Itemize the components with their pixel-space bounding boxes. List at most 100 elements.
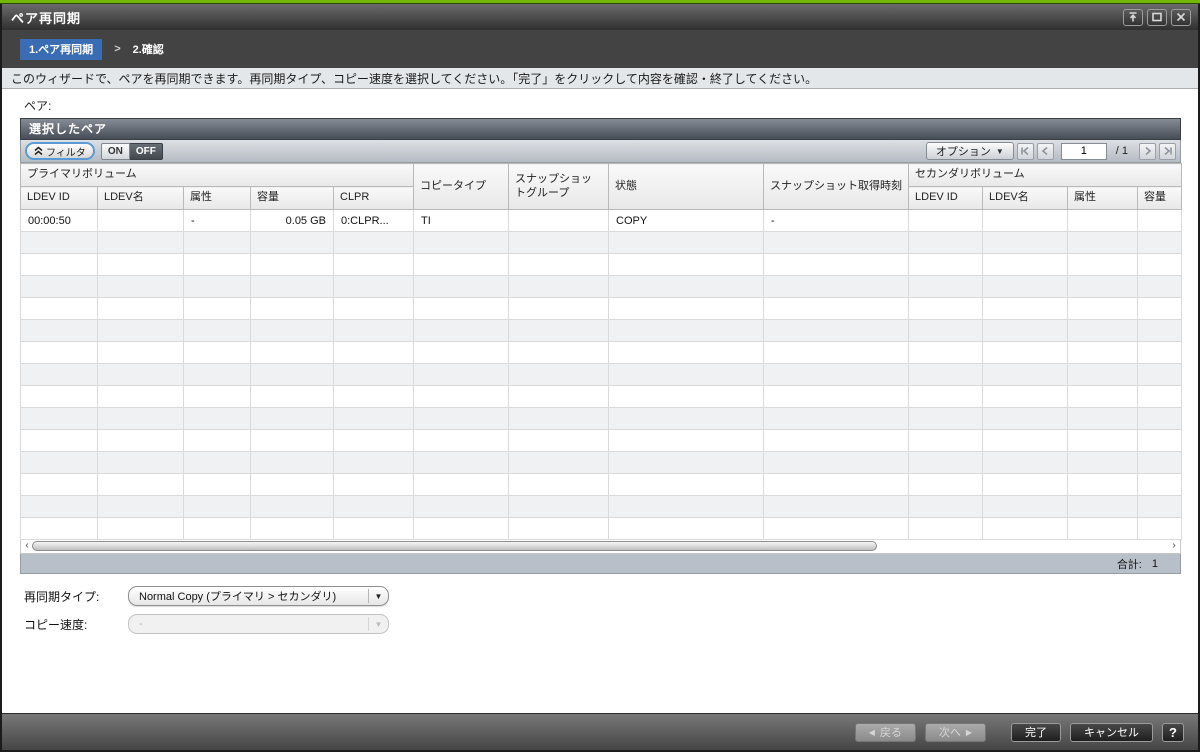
step-next: 2.確認 — [132, 44, 164, 56]
table-row-empty — [20, 275, 1183, 298]
horizontal-scrollbar: ‹ › — [20, 540, 1181, 554]
table-row-empty — [20, 385, 1183, 408]
table-row-empty — [20, 429, 1183, 452]
back-button: ◀ 戻る — [854, 722, 916, 742]
total-label: 合計: — [1116, 558, 1142, 571]
column-header-secondary-capacity[interactable]: 容量 — [1137, 186, 1183, 210]
column-header-primary-attribute[interactable]: 属性 — [183, 186, 251, 210]
wizard-instruction: このウィザードで、ペアを再同期できます。再同期タイプ、コピー速度を選択してくださ… — [2, 68, 1198, 89]
scroll-left-arrow[interactable]: ‹ — [22, 540, 32, 552]
cell-status: COPY — [608, 209, 765, 232]
cell-copy-type: TI — [413, 209, 510, 232]
column-header-secondary-attribute[interactable]: 属性 — [1067, 186, 1139, 210]
table-row-empty — [20, 319, 1183, 342]
column-header-primary-clpr[interactable]: CLPR — [332, 186, 415, 210]
next-button-label: 次へ — [938, 727, 961, 739]
pair-table: プライマリボリューム コピータイプ スナップショットグループ 状態 スナップショ… — [19, 163, 1183, 540]
close-icon — [1176, 12, 1186, 22]
chevron-down-icon: ▼ — [368, 617, 388, 631]
page-number-input[interactable] — [1060, 142, 1107, 160]
column-header-primary-capacity[interactable]: 容量 — [250, 186, 334, 210]
prev-page-icon — [1042, 146, 1048, 156]
table-toolbar-right: オプション ▼ / 1 — [925, 142, 1176, 160]
column-header-snapshot-group[interactable]: スナップショットグループ — [508, 163, 610, 210]
column-group-secondary-volume: セカンダリボリューム — [908, 163, 1183, 187]
column-group-primary-volume: プライマリボリューム — [19, 163, 415, 187]
maximize-button[interactable] — [1147, 8, 1167, 26]
total-value: 1 — [1151, 557, 1158, 570]
column-header-copy-type[interactable]: コピータイプ — [413, 163, 510, 210]
selected-pairs-table: 選択したペア フィルタ ON OFF オプション ▼ 1 / 1 プライマリボリ… — [19, 118, 1183, 574]
first-page-icon — [1021, 146, 1029, 156]
table-row-empty — [20, 473, 1183, 496]
cell-secondary-ldev-id — [908, 209, 984, 232]
next-button: 次へ ▶ — [924, 722, 986, 742]
last-page-button[interactable] — [1159, 142, 1176, 160]
close-button[interactable] — [1171, 8, 1191, 26]
column-header-secondary-ldev-name[interactable]: LDEV名 — [982, 186, 1069, 210]
filter-toggle: ON OFF — [100, 142, 163, 160]
cancel-button-label: キャンセル — [1084, 727, 1139, 739]
help-button[interactable]: ? — [1162, 722, 1184, 742]
resync-type-dropdown[interactable]: Normal Copy (プライマリ > セカンダリ) ▼ — [128, 586, 389, 606]
copy-pace-dropdown: - ▼ — [128, 614, 389, 634]
copy-pace-label: コピー速度: — [24, 617, 88, 632]
options-button[interactable]: オプション ▼ — [925, 142, 1014, 160]
column-header-snapshot-time[interactable]: スナップショット取得時刻 — [763, 163, 910, 210]
copy-pace-row: コピー速度: - ▼ — [24, 614, 389, 634]
table-row-empty — [20, 341, 1183, 364]
maximize-icon — [1152, 12, 1162, 22]
filter-off-button[interactable]: OFF — [129, 142, 163, 160]
chevron-down-icon: ▼ — [995, 146, 1004, 156]
options-button-label: オプション — [935, 146, 991, 158]
cell-clpr: 0:CLPR... — [332, 209, 415, 232]
resync-type-value: Normal Copy (プライマリ > セカンダリ) — [139, 591, 337, 603]
pair-table-body: 00:00:50 - 0.05 GB 0:CLPR... TI COPY - — [20, 209, 1183, 540]
collapse-chevrons-icon — [34, 146, 43, 156]
prev-page-button[interactable] — [1036, 142, 1054, 160]
window-controls — [1123, 8, 1198, 26]
cell-secondary-capacity — [1137, 209, 1183, 232]
table-row[interactable]: 00:00:50 - 0.05 GB 0:CLPR... TI COPY - — [20, 209, 1183, 232]
cell-secondary-attribute — [1067, 209, 1139, 232]
cell-snapshot-time: - — [763, 209, 910, 232]
next-arrow-icon: ▶ — [965, 727, 972, 737]
dialog-titlebar: ペア再同期 — [2, 4, 1198, 30]
filter-button-label: フィルタ — [46, 147, 86, 159]
page-total-label: / 1 — [1115, 145, 1128, 157]
column-header-secondary-ldev-id[interactable]: LDEV ID — [908, 186, 984, 210]
table-title: 選択したペア — [20, 118, 1181, 140]
next-page-button[interactable] — [1139, 142, 1156, 160]
last-page-icon — [1163, 146, 1172, 156]
scroll-right-arrow[interactable]: › — [1169, 540, 1179, 552]
table-row-empty — [20, 253, 1183, 276]
undock-icon — [1129, 12, 1137, 22]
dialog-title: ペア再同期 — [11, 10, 82, 26]
help-button-label: ? — [1169, 724, 1177, 740]
step-current: 1.ペア再同期 — [20, 38, 103, 60]
step-separator: > — [114, 43, 121, 55]
cell-ldev-name — [97, 209, 184, 232]
finish-button-label: 完了 — [1025, 727, 1047, 739]
wizard-steps: 1.ペア再同期 > 2.確認 — [2, 30, 1198, 68]
table-row-empty — [20, 451, 1183, 474]
column-header-primary-ldev-id[interactable]: LDEV ID — [20, 186, 98, 210]
pair-table-head: プライマリボリューム コピータイプ スナップショットグループ 状態 スナップショ… — [19, 163, 1183, 210]
undock-button[interactable] — [1123, 8, 1143, 26]
column-header-status[interactable]: 状態 — [608, 163, 765, 210]
filter-button[interactable]: フィルタ — [25, 142, 95, 160]
finish-button[interactable]: 完了 — [1011, 722, 1061, 742]
resync-type-row: 再同期タイプ: Normal Copy (プライマリ > セカンダリ) ▼ — [24, 586, 389, 606]
next-page-icon — [1144, 146, 1151, 156]
table-row-empty — [20, 297, 1183, 320]
column-header-primary-ldev-name[interactable]: LDEV名 — [97, 186, 184, 210]
table-total-bar: 合計: 1 — [20, 554, 1181, 574]
cell-secondary-ldev-name — [982, 209, 1069, 232]
scrollbar-thumb[interactable] — [32, 541, 877, 551]
first-page-button[interactable] — [1016, 142, 1034, 160]
filter-on-button[interactable]: ON — [100, 142, 130, 160]
cell-snapshot-group — [508, 209, 610, 232]
table-row-empty — [20, 517, 1183, 540]
cancel-button[interactable]: キャンセル — [1070, 722, 1153, 742]
cell-attribute: - — [183, 209, 251, 232]
